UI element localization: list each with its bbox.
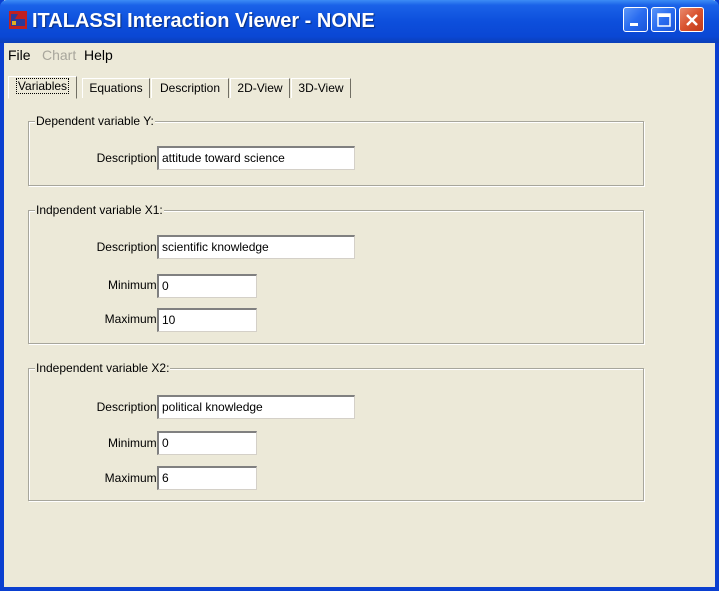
menu-chart: Chart (42, 47, 76, 63)
minimize-button[interactable] (623, 7, 648, 32)
maximize-button[interactable] (651, 7, 676, 32)
close-icon (686, 14, 698, 26)
x2-minimum-label: Minimum: (107, 436, 160, 450)
title-bar[interactable]: ITALASSI Interaction Viewer - NONE (0, 0, 719, 43)
window-title: ITALASSI Interaction Viewer - NONE (32, 10, 375, 32)
menu-file[interactable]: File (8, 47, 31, 63)
tab-description[interactable]: Description (151, 78, 229, 98)
x1-minimum-input[interactable]: 0 (157, 274, 257, 298)
close-button[interactable] (679, 7, 704, 32)
x1-maximum-label: Maximum: (104, 312, 160, 326)
dependent-variable-title: Dependent variable Y: (35, 114, 155, 128)
tab-3d-view-label: 3D-View (298, 81, 344, 95)
x2-maximum-label: Maximum: (104, 471, 160, 485)
tab-3d-view[interactable]: 3D-View (291, 78, 351, 98)
tab-2d-view[interactable]: 2D-View (230, 78, 290, 98)
variables-panel: Dependent variable Y: Description: attit… (4, 98, 715, 587)
tab-description-label: Description (159, 81, 221, 95)
x1-description-input[interactable]: scientific knowledge (157, 235, 355, 259)
x2-maximum-input[interactable]: 6 (157, 466, 257, 490)
x2-minimum-input[interactable]: 0 (157, 431, 257, 455)
tab-variables[interactable]: Variables (8, 76, 77, 99)
app-icon[interactable] (9, 11, 27, 29)
dependent-description-label: Description: (96, 151, 160, 165)
menu-help-label: Help (84, 47, 113, 63)
x2-description-input[interactable]: political knowledge (157, 395, 355, 419)
x1-description-label: Description: (96, 240, 160, 254)
app-window: ITALASSI Interaction Viewer - NONE File … (0, 0, 719, 591)
x2-description-label: Description: (96, 400, 160, 414)
menu-file-label: File (8, 47, 31, 63)
tab-equations[interactable]: Equations (82, 78, 150, 98)
independent-x1-title: Indpendent variable X1: (35, 203, 164, 217)
minimize-icon (630, 23, 638, 26)
independent-x1-group: Indpendent variable X1: Description: sci… (28, 203, 644, 344)
x1-minimum-label: Minimum: (107, 278, 160, 292)
independent-x2-group: Independent variable X2: Description: po… (28, 361, 644, 501)
tab-equations-label: Equations (89, 81, 143, 95)
tab-strip: Variables Equations Description 2D-View … (4, 67, 715, 99)
dependent-variable-group: Dependent variable Y: Description: attit… (28, 114, 644, 186)
x1-maximum-input[interactable]: 10 (157, 308, 257, 332)
maximize-icon (657, 13, 671, 27)
menu-help[interactable]: Help (84, 47, 113, 63)
dependent-description-input[interactable]: attitude toward science (157, 146, 355, 170)
menu-bar: File Chart Help (4, 43, 715, 67)
tab-2d-view-label: 2D-View (237, 81, 283, 95)
menu-chart-label: Chart (42, 47, 77, 63)
tab-variables-label: Variables (15, 78, 70, 94)
independent-x2-title: Independent variable X2: (35, 361, 171, 375)
